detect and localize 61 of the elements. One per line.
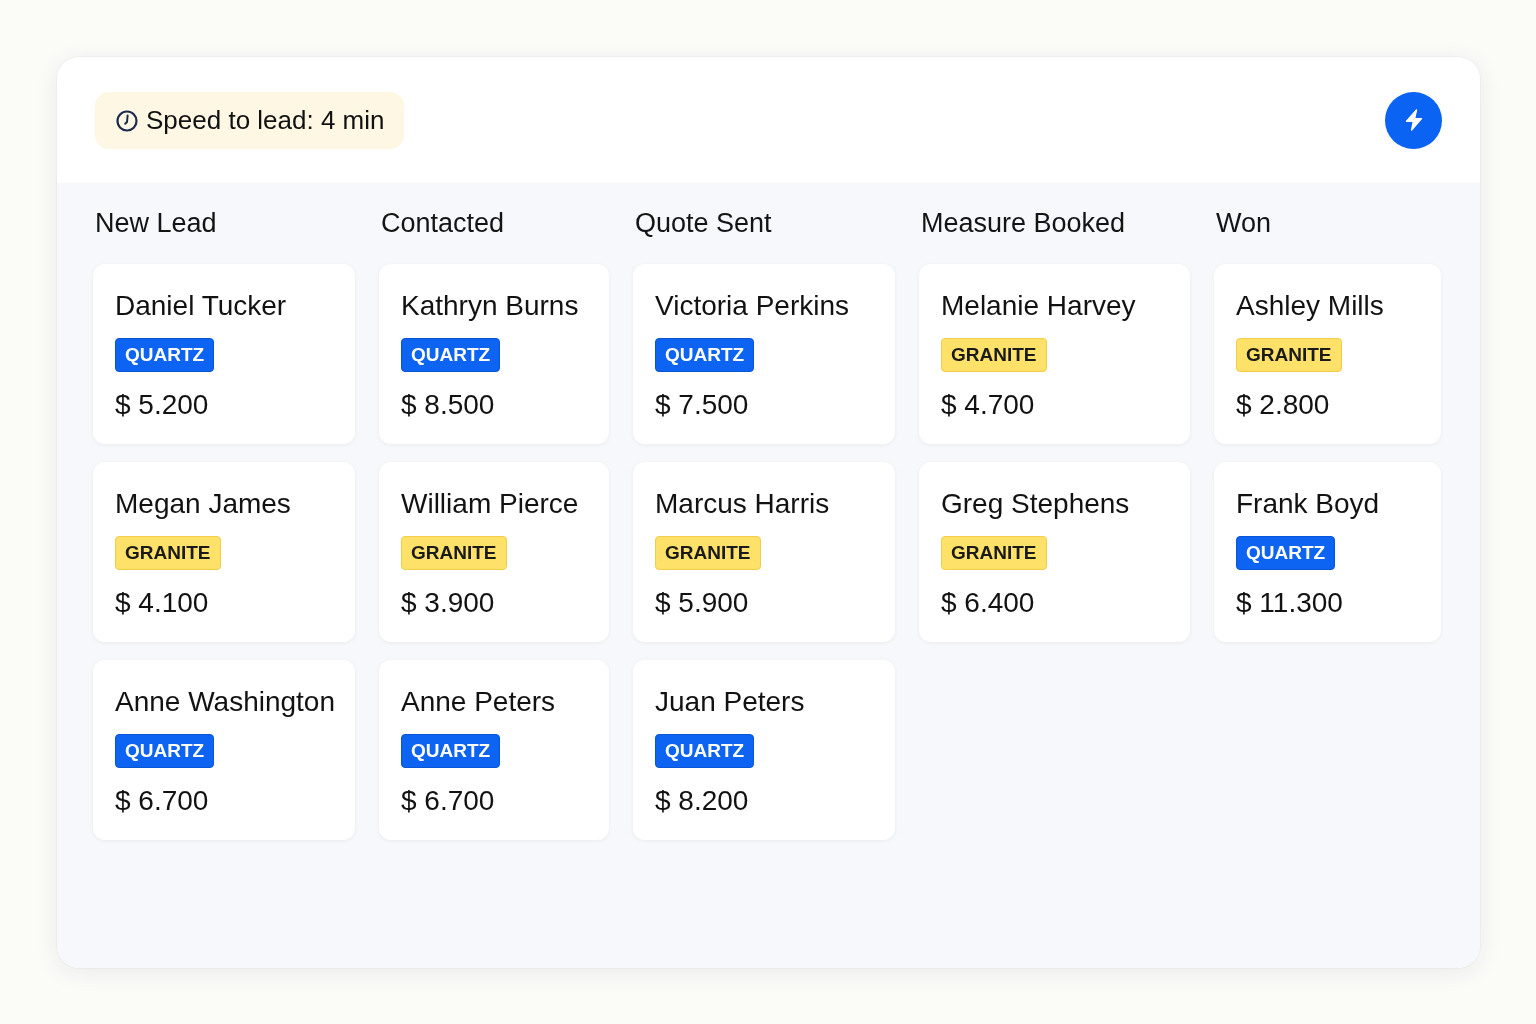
lead-amount: $ 8.200	[655, 784, 749, 818]
lead-amount: $ 8.500	[401, 388, 495, 422]
lead-amount: $ 3.900	[401, 586, 495, 620]
lead-name: Melanie Harvey	[941, 289, 1136, 323]
lead-card[interactable]: Frank Boyd QUARTZ $ 11.300	[1214, 462, 1441, 642]
lead-amount: $ 11.300	[1236, 586, 1343, 620]
clock-icon	[116, 109, 138, 132]
material-tag: GRANITE	[401, 536, 507, 570]
lightning-icon	[1403, 109, 1424, 131]
column-title: Contacted	[380, 207, 506, 240]
column-title: New Lead	[94, 207, 218, 240]
lead-name: Frank Boyd	[1236, 487, 1380, 521]
lead-amount: $ 7.500	[655, 388, 749, 422]
lead-card[interactable]: Victoria Perkins QUARTZ $ 7.500	[633, 264, 895, 444]
lead-card[interactable]: Greg Stephens GRANITE $ 6.400	[919, 462, 1190, 642]
material-tag: GRANITE	[655, 536, 761, 570]
lead-amount: $ 2.800	[1236, 388, 1330, 422]
lead-amount: $ 4.100	[115, 586, 209, 620]
material-tag: QUARTZ	[1236, 536, 1336, 570]
material-tag: QUARTZ	[115, 338, 215, 372]
lead-name: Greg Stephens	[941, 487, 1130, 521]
material-tag: QUARTZ	[401, 338, 501, 372]
lead-card[interactable]: Daniel Tucker QUARTZ $ 5.200	[93, 264, 355, 444]
lead-card[interactable]: Marcus Harris GRANITE $ 5.900	[633, 462, 895, 642]
lightning-button[interactable]	[1385, 91, 1442, 149]
material-tag: GRANITE	[1236, 338, 1342, 372]
lead-amount: $ 6.400	[941, 586, 1035, 620]
material-tag: QUARTZ	[115, 734, 215, 768]
lead-card[interactable]: Anne Peters QUARTZ $ 6.700	[379, 660, 609, 840]
lead-card[interactable]: Megan James GRANITE $ 4.100	[93, 462, 355, 642]
material-tag: GRANITE	[941, 338, 1047, 372]
lead-card[interactable]: William Pierce GRANITE $ 3.900	[379, 462, 609, 642]
column-title: Quote Sent	[634, 207, 773, 240]
lead-amount: $ 5.900	[655, 586, 749, 620]
lead-card[interactable]: Kathryn Burns QUARTZ $ 8.500	[379, 264, 609, 444]
lead-amount: $ 6.700	[115, 784, 209, 818]
lead-card[interactable]: Melanie Harvey GRANITE $ 4.700	[919, 264, 1190, 444]
lead-name: Daniel Tucker	[115, 289, 287, 323]
material-tag: QUARTZ	[655, 734, 755, 768]
lead-amount: $ 5.200	[115, 388, 209, 422]
material-tag: QUARTZ	[401, 734, 501, 768]
lead-name: Anne Washington	[115, 685, 335, 719]
material-tag: GRANITE	[941, 536, 1047, 570]
lead-card[interactable]: Juan Peters QUARTZ $ 8.200	[633, 660, 895, 840]
column-title: Won	[1215, 207, 1273, 240]
lead-name: Marcus Harris	[655, 487, 830, 521]
speed-to-lead-text: Speed to lead: 4 min	[146, 105, 385, 136]
lead-name: William Pierce	[401, 487, 579, 521]
lead-name: Megan James	[115, 487, 291, 521]
lead-card[interactable]: Anne Washington QUARTZ $ 6.700	[93, 660, 355, 840]
material-tag: GRANITE	[115, 536, 221, 570]
column-title: Measure Booked	[920, 207, 1127, 240]
material-tag: QUARTZ	[655, 338, 755, 372]
lead-name: Ashley Mills	[1236, 289, 1384, 323]
lead-name: Victoria Perkins	[655, 289, 849, 323]
lead-name: Kathryn Burns	[401, 289, 579, 323]
lead-name: Juan Peters	[655, 685, 805, 719]
lead-name: Anne Peters	[401, 685, 556, 719]
lead-card[interactable]: Ashley Mills GRANITE $ 2.800	[1214, 264, 1441, 444]
lead-amount: $ 6.700	[401, 784, 495, 818]
lead-amount: $ 4.700	[941, 388, 1035, 422]
